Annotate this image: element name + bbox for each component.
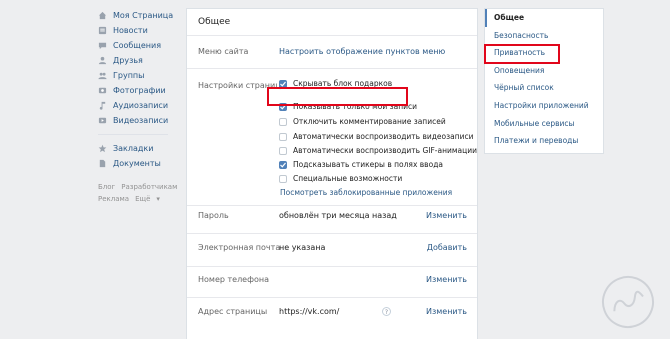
groups-icon xyxy=(98,71,107,80)
menu-item-app-settings[interactable]: Настройки приложений xyxy=(485,97,603,115)
option-suggest-stickers[interactable]: Подсказывать стикеры в полях ввода xyxy=(279,159,443,170)
change-phone-button[interactable]: Изменить xyxy=(426,275,467,284)
email-label: Электронная почта xyxy=(198,243,281,252)
phone-label: Номер телефона xyxy=(198,275,269,284)
change-password-button[interactable]: Изменить xyxy=(426,211,467,220)
nav-item-label: Закладки xyxy=(113,144,154,153)
address-label: Адрес страницы xyxy=(198,307,268,316)
photos-icon xyxy=(98,86,107,95)
home-icon xyxy=(98,11,107,20)
menu-item-security[interactable]: Безопасность xyxy=(485,27,603,45)
nav-item-music[interactable]: Аудиозаписи xyxy=(98,98,178,113)
nav-item-label: Сообщения xyxy=(113,41,162,50)
option-label: Автоматически воспроизводить GIF-анимаци… xyxy=(293,146,477,155)
option-label: Автоматически воспроизводить видеозаписи xyxy=(293,132,474,141)
watermark-logo xyxy=(594,268,662,336)
divider xyxy=(187,233,477,234)
option-autoplay-gif[interactable]: Автоматически воспроизводить GIF-анимаци… xyxy=(279,145,477,156)
option-label: Отключить комментирование записей xyxy=(293,117,446,126)
news-icon xyxy=(98,26,107,35)
menu-item-mobile-services[interactable]: Мобильные сервисы xyxy=(485,115,603,133)
left-navigation: Моя Страница Новости Сообщения Друзья Гр… xyxy=(98,8,178,171)
highlight-box-show-only-my-posts xyxy=(267,87,408,106)
footer-link-more[interactable]: Ещё xyxy=(135,195,150,203)
nav-item-label: Аудиозаписи xyxy=(113,101,169,110)
footer-link-blog[interactable]: Блог xyxy=(98,183,115,191)
chevron-down-icon: ▾ xyxy=(156,195,160,203)
nav-item-label: Группы xyxy=(113,71,145,80)
footer-links: Блог Разработчикам Реклама Ещё ▾ xyxy=(98,181,183,205)
change-address-button[interactable]: Изменить xyxy=(426,307,467,316)
option-label: Подсказывать стикеры в полях ввода xyxy=(293,160,443,169)
nav-item-my-page[interactable]: Моя Страница xyxy=(98,8,178,23)
option-accessibility[interactable]: Специальные возможности xyxy=(279,173,402,184)
friends-icon xyxy=(98,56,107,65)
nav-item-friends[interactable]: Друзья xyxy=(98,53,178,68)
option-disable-comments[interactable]: Отключить комментирование записей xyxy=(279,116,446,127)
nav-item-video[interactable]: Видеозаписи xyxy=(98,113,178,128)
nav-item-groups[interactable]: Группы xyxy=(98,68,178,83)
checkbox-unchecked[interactable] xyxy=(279,132,287,141)
watermark-logo-mark xyxy=(613,290,644,312)
video-icon xyxy=(98,116,107,125)
help-icon[interactable]: ? xyxy=(381,307,391,316)
password-value: обновлён три месяца назад xyxy=(279,211,397,220)
footer-link-developers[interactable]: Разработчикам xyxy=(121,183,177,191)
checkbox-checked[interactable] xyxy=(279,160,287,169)
divider xyxy=(187,68,477,69)
address-value: https://vk.com/ xyxy=(279,307,340,316)
option-label: Специальные возможности xyxy=(293,174,403,183)
settings-panel: Общее Меню сайта Настроить отображение п… xyxy=(186,8,478,339)
nav-item-photos[interactable]: Фотографии xyxy=(98,83,178,98)
menu-item-general[interactable]: Общее xyxy=(485,9,603,27)
divider xyxy=(187,297,477,298)
address-value-group: https://vk.com/ ? xyxy=(279,307,391,316)
configure-menu-link[interactable]: Настроить отображение пунктов меню xyxy=(279,47,445,56)
blocked-apps-link[interactable]: Посмотреть заблокированные приложения xyxy=(280,188,452,197)
menu-item-blacklist[interactable]: Чёрный список xyxy=(485,79,603,97)
nav-item-news[interactable]: Новости xyxy=(98,23,178,38)
nav-item-label: Видеозаписи xyxy=(113,116,169,125)
nav-item-label: Моя Страница xyxy=(113,11,174,20)
messages-icon xyxy=(98,41,107,50)
document-icon xyxy=(98,159,107,168)
page-title: Общее xyxy=(187,9,477,36)
option-autoplay-video[interactable]: Автоматически воспроизводить видеозаписи xyxy=(279,131,474,142)
checkbox-unchecked[interactable] xyxy=(279,117,287,126)
password-label: Пароль xyxy=(198,211,229,220)
divider xyxy=(187,205,477,206)
divider xyxy=(187,266,477,267)
checkbox-unchecked[interactable] xyxy=(279,174,287,183)
nav-item-label: Друзья xyxy=(113,56,143,65)
music-icon xyxy=(98,101,107,110)
nav-item-documents[interactable]: Документы xyxy=(98,156,178,171)
site-menu-label: Меню сайта xyxy=(198,47,249,56)
settings-sections-menu: Общее Безопасность Приватность Оповещени… xyxy=(484,8,604,154)
nav-item-messages[interactable]: Сообщения xyxy=(98,38,178,53)
menu-item-notifications[interactable]: Оповещения xyxy=(485,62,603,80)
email-value: не указана xyxy=(279,243,326,252)
nav-divider xyxy=(98,134,168,135)
checkbox-unchecked[interactable] xyxy=(279,146,287,155)
nav-item-bookmarks[interactable]: Закладки xyxy=(98,141,178,156)
footer-link-ads[interactable]: Реклама xyxy=(98,195,129,203)
nav-item-label: Документы xyxy=(113,159,161,168)
menu-item-payments[interactable]: Платежи и переводы xyxy=(485,132,603,150)
nav-item-label: Новости xyxy=(113,26,148,35)
star-icon xyxy=(98,144,107,153)
add-email-button[interactable]: Добавить xyxy=(427,243,467,252)
nav-item-label: Фотографии xyxy=(113,86,166,95)
highlight-box-privacy xyxy=(484,44,560,64)
